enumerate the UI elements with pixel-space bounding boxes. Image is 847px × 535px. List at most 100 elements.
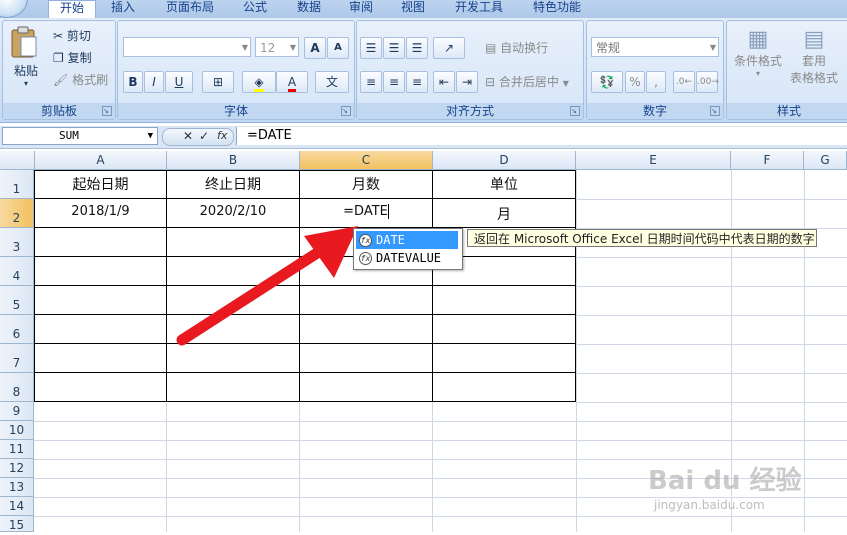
underline-button[interactable]: U: [165, 71, 193, 93]
cell-c2-editing[interactable]: =DATE: [300, 204, 432, 219]
tab-insert[interactable]: 插入: [100, 0, 146, 18]
paste-button[interactable]: 粘贴 ▾: [9, 25, 43, 88]
insert-function-icon[interactable]: fx: [217, 129, 227, 142]
align-right-button[interactable]: ≡: [406, 71, 428, 93]
bold-button[interactable]: B: [123, 71, 143, 93]
align-top-button[interactable]: ☰: [360, 37, 382, 59]
row-header-7[interactable]: 7: [0, 344, 34, 373]
row-header-13[interactable]: 13: [0, 478, 34, 497]
cancel-icon[interactable]: ✕: [183, 129, 193, 143]
conditional-formatting-button[interactable]: ▦ 条件格式 ▾: [729, 27, 787, 78]
number-launcher-icon[interactable]: ↘: [710, 106, 720, 116]
column-header-c[interactable]: C: [300, 151, 433, 169]
font-size-combo[interactable]: 12 ▼: [255, 37, 299, 57]
align-bottom-button[interactable]: ☰: [406, 37, 428, 59]
column-header-f[interactable]: F: [731, 151, 804, 169]
ribbon-tab-bar: 开始 插入 页面布局 公式 数据 审阅 视图 开发工具 特色功能: [0, 0, 847, 18]
column-header-d[interactable]: D: [433, 151, 576, 169]
tab-formulas[interactable]: 公式: [232, 0, 278, 18]
tab-review[interactable]: 审阅: [338, 0, 384, 18]
tab-page-layout[interactable]: 页面布局: [156, 0, 224, 18]
row-header-15[interactable]: 15: [0, 516, 34, 532]
phonetic-button[interactable]: 文: [315, 71, 349, 93]
align-middle-icon: ☰: [388, 41, 400, 55]
tab-special-features[interactable]: 特色功能: [522, 0, 592, 18]
cut-label: 剪切: [66, 29, 91, 43]
align-left-button[interactable]: ≡: [360, 71, 382, 93]
percent-button[interactable]: %: [625, 71, 645, 93]
tab-developer[interactable]: 开发工具: [446, 0, 512, 18]
cell-d2[interactable]: 月: [433, 204, 575, 224]
brush-icon: 🖌: [53, 73, 69, 87]
column-header-e[interactable]: E: [576, 151, 731, 169]
decrease-indent-button[interactable]: ⇤: [433, 71, 455, 93]
cell-a2[interactable]: 2018/1/9: [35, 204, 166, 219]
format-painter-button[interactable]: 🖌 格式刷: [53, 71, 108, 88]
tab-data[interactable]: 数据: [286, 0, 332, 18]
italic-button[interactable]: I: [144, 71, 164, 93]
cell-d1[interactable]: 单位: [433, 174, 575, 194]
cell-a1[interactable]: 起始日期: [35, 174, 166, 194]
chevron-down-icon: ▼: [241, 43, 248, 52]
red-arrow-annotation: [176, 226, 358, 346]
chevron-down-icon: ▾: [755, 69, 760, 78]
function-tooltip: 返回在 Microsoft Office Excel 日期时间代码中代表日期的数…: [467, 229, 817, 247]
enter-icon[interactable]: ✓: [199, 129, 209, 143]
cell-c2-text: =DATE: [343, 204, 388, 219]
shrink-font-button[interactable]: A: [327, 37, 349, 59]
row-header-1[interactable]: 1: [0, 170, 34, 199]
row-header-10[interactable]: 10: [0, 421, 34, 440]
wrap-text-button[interactable]: ▤ 自动换行: [485, 39, 548, 56]
accounting-format-button[interactable]: 💱: [591, 71, 623, 93]
styles-group: ▦ 条件格式 ▾ ▤ 套用 表格格式 样式: [726, 20, 847, 120]
fill-color-button[interactable]: ◈: [242, 71, 276, 93]
increase-indent-button[interactable]: ⇥: [456, 71, 478, 93]
align-top-icon: ☰: [365, 41, 377, 55]
column-header-g[interactable]: G: [804, 151, 847, 169]
row-header-5[interactable]: 5: [0, 286, 34, 315]
orientation-button[interactable]: ↗: [433, 37, 465, 59]
font-name-combo[interactable]: ▼: [123, 37, 251, 57]
tab-view[interactable]: 视图: [390, 0, 436, 18]
row-header-2[interactable]: 2: [0, 199, 34, 228]
number-format-combo[interactable]: 常规 ▼: [591, 37, 719, 57]
cell-c1[interactable]: 月数: [300, 174, 432, 194]
row-header-12[interactable]: 12: [0, 459, 34, 478]
increase-decimal-icon: .0←: [675, 77, 693, 87]
row-header-3[interactable]: 3: [0, 228, 34, 257]
function-autocomplete-list: fx DATE fx DATEVALUE: [353, 228, 463, 270]
row-header-6[interactable]: 6: [0, 315, 34, 344]
align-middle-button[interactable]: ☰: [383, 37, 405, 59]
increase-decimal-button[interactable]: .0←: [673, 71, 695, 93]
grow-font-button[interactable]: A: [304, 37, 326, 59]
align-center-button[interactable]: ≡: [383, 71, 405, 93]
select-all-corner[interactable]: [0, 151, 35, 169]
column-header-a[interactable]: A: [35, 151, 167, 169]
clipboard-launcher-icon[interactable]: ↘: [102, 106, 112, 116]
cut-button[interactable]: ✂ 剪切: [53, 27, 91, 44]
format-as-table-button[interactable]: ▤ 套用 表格格式: [785, 27, 843, 86]
row-header-8[interactable]: 8: [0, 373, 34, 402]
borders-button[interactable]: ⊞: [202, 71, 234, 93]
decrease-decimal-button[interactable]: .00→: [696, 71, 719, 93]
cell-b2[interactable]: 2020/2/10: [167, 204, 299, 219]
name-box[interactable]: SUM ▼: [2, 127, 158, 145]
row-header-4[interactable]: 4: [0, 257, 34, 286]
autocomplete-item-date[interactable]: fx DATE: [356, 231, 458, 249]
tab-home[interactable]: 开始: [48, 0, 96, 18]
merge-center-button[interactable]: ⊟ 合并后居中 ▼: [485, 73, 569, 90]
row-header-9[interactable]: 9: [0, 402, 34, 421]
clipboard-group: 粘贴 ▾ ✂ 剪切 ❐ 复制 🖌 格式刷 剪贴板 ↘: [2, 20, 116, 120]
formula-input[interactable]: =DATE: [236, 127, 847, 145]
copy-button[interactable]: ❐ 复制: [53, 49, 92, 66]
cell-b1[interactable]: 终止日期: [167, 174, 299, 194]
row-header-11[interactable]: 11: [0, 440, 34, 459]
comma-button[interactable]: ,: [646, 71, 666, 93]
row-header-14[interactable]: 14: [0, 497, 34, 516]
autocomplete-item-label: DATE: [376, 233, 405, 247]
alignment-launcher-icon[interactable]: ↘: [570, 106, 580, 116]
autocomplete-item-datevalue[interactable]: fx DATEVALUE: [356, 249, 458, 267]
column-header-b[interactable]: B: [167, 151, 300, 169]
font-color-button[interactable]: A: [276, 71, 308, 93]
font-launcher-icon[interactable]: ↘: [341, 106, 351, 116]
